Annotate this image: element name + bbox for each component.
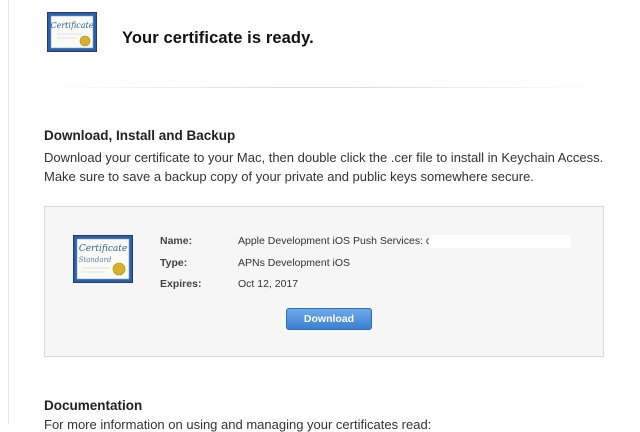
certificate-icon-caption: Certificate [51, 21, 94, 30]
name-value: Apple Development iOS Push Services: c [238, 235, 432, 247]
expires-label: Expires: [160, 278, 202, 290]
type-value: APNs Development iOS [238, 257, 351, 269]
documentation-title: Documentation [44, 398, 143, 413]
name-label: Name: [160, 235, 193, 247]
page-title: Your certificate is ready. [122, 29, 314, 47]
redacted-region [429, 235, 571, 248]
install-section-description: Download your certificate to your Mac, t… [44, 150, 604, 184]
certificate-standard-icon-subcaption: Standard [79, 256, 112, 264]
left-border [8, 0, 9, 424]
certificate-icon: Certificate [47, 12, 97, 52]
type-label: Type: [160, 257, 188, 269]
install-section-title: Download, Install and Backup [44, 128, 236, 143]
expires-value: Oct 12, 2017 [238, 278, 299, 290]
documentation-description: For more information on using and managi… [44, 417, 432, 432]
download-button[interactable]: Download [286, 308, 372, 330]
certificate-standard-icon: Certificate Standard [73, 235, 133, 283]
certificate-standard-icon-caption: Certificate [79, 244, 127, 254]
header-divider [44, 87, 600, 88]
certificate-panel: Certificate Standard Name: Apple Develop… [44, 206, 604, 357]
